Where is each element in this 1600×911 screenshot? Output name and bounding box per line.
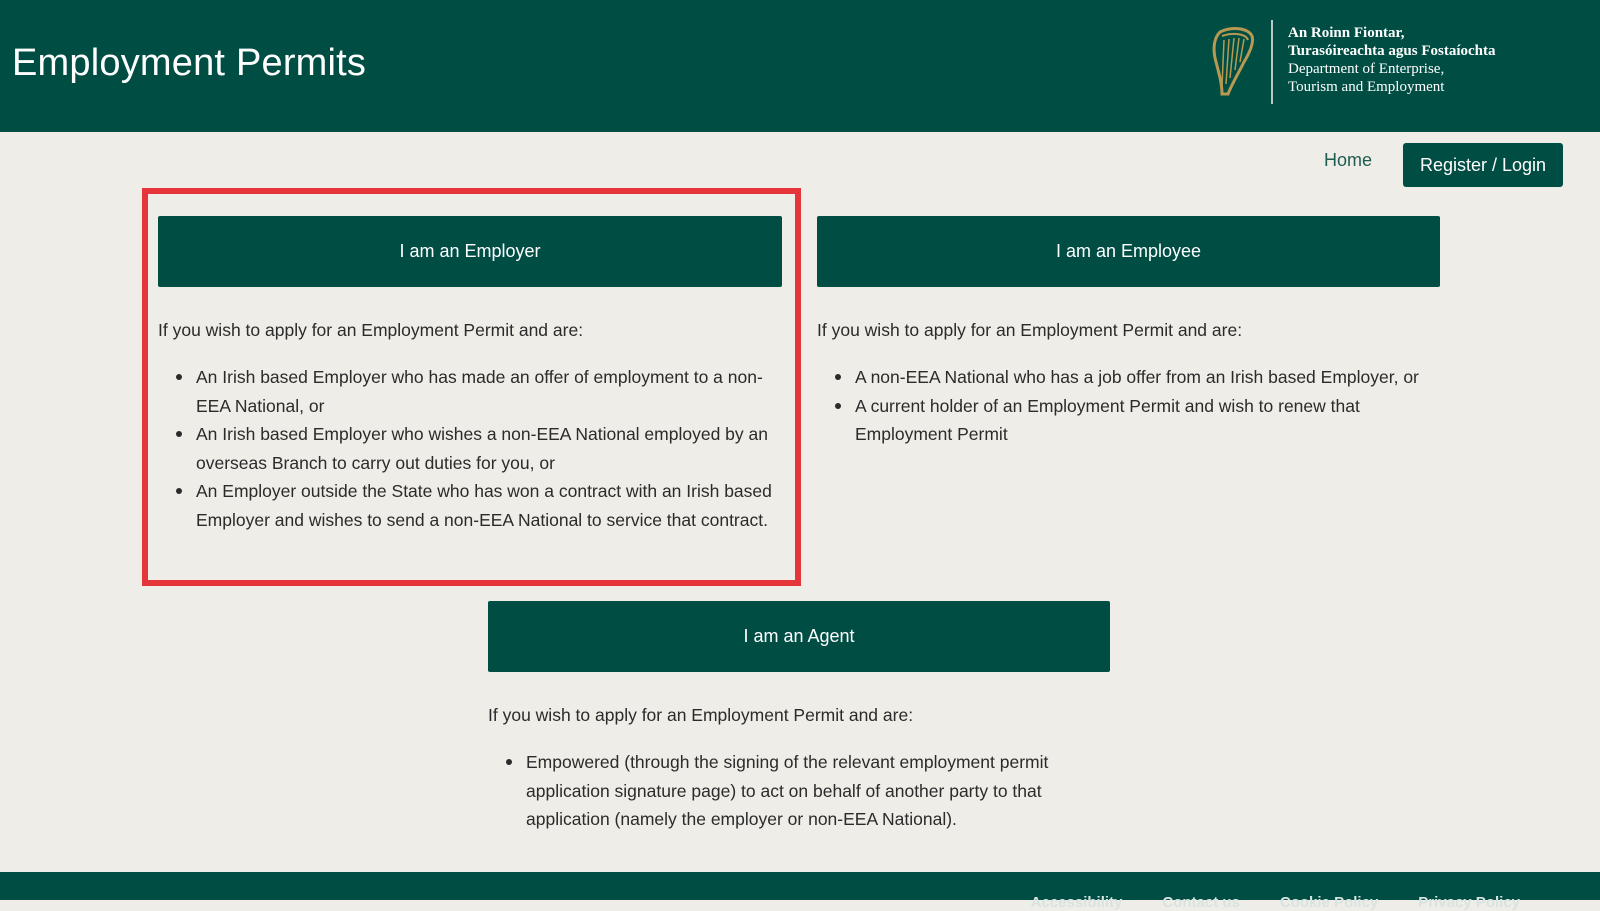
footer-links: Accessibility Contact us Cookie Policy P… [1031,894,1520,911]
footer-link-privacy-policy[interactable]: Privacy Policy [1418,894,1520,911]
department-english-line-1: Department of Enterprise, [1288,61,1445,77]
site-footer: Accessibility Contact us Cookie Policy P… [0,872,1600,911]
footer-link-contact[interactable]: Contact us [1162,894,1240,911]
list-item: An Irish based Employer who wishes a non… [158,420,782,477]
department-irish-line-1: An Roinn Fiontar, [1288,25,1405,41]
site-title: Employment Permits [12,42,367,84]
employer-button[interactable]: I am an Employer [158,216,782,287]
footer-link-accessibility[interactable]: Accessibility [1031,894,1123,911]
department-irish-line-2: Turasóireachta agus Fostaíochta [1288,43,1496,59]
nav-home-link[interactable]: Home [1324,150,1372,171]
employee-list: A non-EEA National who has a job offer f… [817,363,1440,449]
register-login-button[interactable]: Register / Login [1403,143,1563,187]
list-item: An Irish based Employer who has made an … [158,363,782,420]
harp-icon [1212,27,1254,96]
list-item: Empowered (through the signing of the re… [488,748,1110,834]
list-item: A current holder of an Employment Permit… [817,392,1440,449]
employee-button[interactable]: I am an Employee [817,216,1440,287]
agent-button[interactable]: I am an Agent [488,601,1110,672]
department-english-line-2: Tourism and Employment [1288,79,1445,95]
employer-intro: If you wish to apply for an Employment P… [158,320,584,340]
employer-list: An Irish based Employer who has made an … [158,363,782,534]
department-name: An Roinn Fiontar, Turasóireachta agus Fo… [1288,24,1496,96]
agent-list: Empowered (through the signing of the re… [488,748,1110,834]
footer-link-cookie-policy[interactable]: Cookie Policy [1280,894,1378,911]
employee-intro: If you wish to apply for an Employment P… [817,320,1243,340]
list-item: An Employer outside the State who has wo… [158,477,782,534]
agent-intro: If you wish to apply for an Employment P… [488,705,914,725]
site-header: Employment Permits An Roinn Fiontar, Tur… [0,0,1600,132]
logo-divider [1271,20,1273,104]
list-item: A non-EEA National who has a job offer f… [817,363,1440,392]
